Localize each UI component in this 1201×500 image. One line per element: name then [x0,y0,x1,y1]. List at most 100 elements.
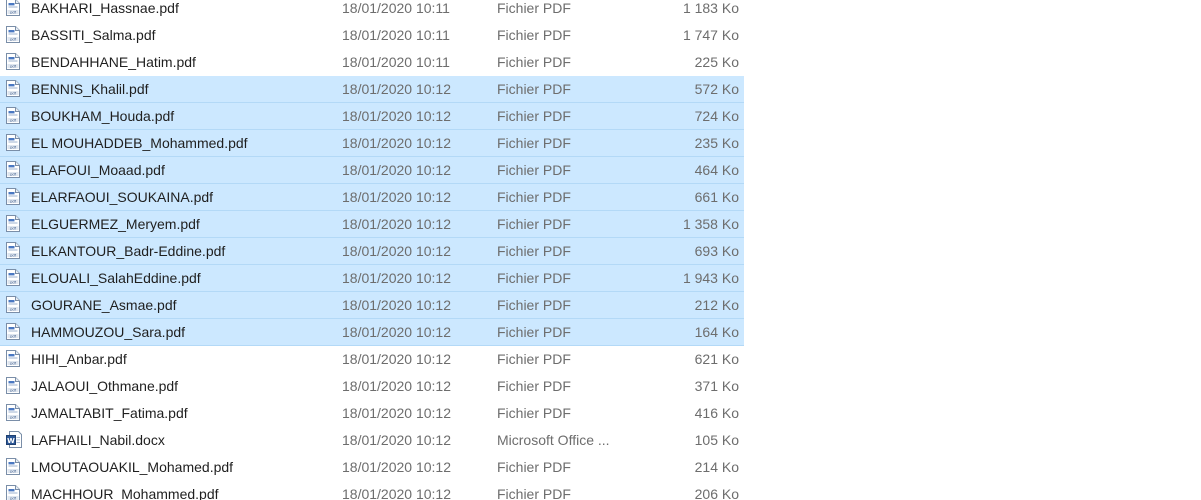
file-size: 724 Ko [694,108,739,124]
file-date-modified: 18/01/2020 10:12 [342,405,451,421]
file-row[interactable]: pdf JAMALTABIT_Fatima.pdf 18/01/2020 10:… [0,400,744,427]
file-row[interactable]: pdf MACHHOUR_Mohammed.pdf 18/01/2020 10:… [0,481,744,500]
file-name: ELOUALI_SalahEddine.pdf [31,270,201,286]
file-row[interactable]: pdf BOUKHAM_Houda.pdf 18/01/2020 10:12 F… [0,103,744,130]
pdf-file-icon: pdf [6,80,20,97]
file-row[interactable]: pdf BAKHARI_Hassnae.pdf 18/01/2020 10:11… [0,0,744,22]
file-size: 464 Ko [694,162,739,178]
file-type: Fichier PDF [497,351,571,367]
file-size: 1 943 Ko [682,270,739,286]
file-date-modified: 18/01/2020 10:12 [342,378,451,394]
file-size: 572 Ko [694,81,739,97]
svg-text:pdf: pdf [10,362,17,366]
file-name: BAKHARI_Hassnae.pdf [31,0,179,16]
file-name: MACHHOUR_Mohammed.pdf [31,486,219,500]
svg-text:pdf: pdf [10,335,17,339]
file-date-modified: 18/01/2020 10:12 [342,216,451,232]
svg-text:pdf: pdf [10,470,17,474]
file-name: BENNIS_Khalil.pdf [31,81,149,97]
file-row[interactable]: pdf ELKANTOUR_Badr-Eddine.pdf 18/01/2020… [0,238,744,265]
svg-text:pdf: pdf [10,11,17,15]
file-row[interactable]: pdf HIHI_Anbar.pdf 18/01/2020 10:12 Fich… [0,346,744,373]
pdf-file-icon: pdf [6,458,20,475]
pdf-file-icon: pdf [6,161,20,178]
pdf-file-icon: pdf [6,323,20,340]
file-name: BASSITI_Salma.pdf [31,27,156,43]
file-date-modified: 18/01/2020 10:12 [342,81,451,97]
svg-text:pdf: pdf [10,308,17,312]
file-type: Fichier PDF [497,108,571,124]
file-type: Fichier PDF [497,324,571,340]
file-size: 416 Ko [694,405,739,421]
file-size: 206 Ko [694,486,739,500]
file-date-modified: 18/01/2020 10:12 [342,108,451,124]
file-date-modified: 18/01/2020 10:12 [342,189,451,205]
pdf-file-icon: pdf [6,134,20,151]
file-row[interactable]: pdf ELGUERMEZ_Meryem.pdf 18/01/2020 10:1… [0,211,744,238]
file-date-modified: 18/01/2020 10:12 [342,324,451,340]
file-size: 225 Ko [694,54,739,70]
file-row[interactable]: W LAFHAILI_Nabil.docx 18/01/2020 10:12 M… [0,427,744,454]
svg-text:pdf: pdf [10,416,17,420]
pdf-file-icon: pdf [6,269,20,286]
file-type: Fichier PDF [497,216,571,232]
file-type: Fichier PDF [497,0,571,16]
file-type: Fichier PDF [497,270,571,286]
svg-text:W: W [7,437,15,445]
file-row[interactable]: pdf ELARFAOUI_SOUKAINA.pdf 18/01/2020 10… [0,184,744,211]
svg-text:pdf: pdf [10,38,17,42]
file-type: Fichier PDF [497,243,571,259]
file-type: Fichier PDF [497,486,571,500]
file-row[interactable]: pdf ELOUALI_SalahEddine.pdf 18/01/2020 1… [0,265,744,292]
pdf-file-icon: pdf [6,242,20,259]
file-name: GOURANE_Asmae.pdf [31,297,177,313]
file-list[interactable]: pdf BAKHARI_Hassnae.pdf 18/01/2020 10:11… [0,0,1201,500]
file-date-modified: 18/01/2020 10:12 [342,351,451,367]
svg-text:pdf: pdf [10,65,17,69]
file-row[interactable]: pdf GOURANE_Asmae.pdf 18/01/2020 10:12 F… [0,292,744,319]
file-name: ELARFAOUI_SOUKAINA.pdf [31,189,214,205]
file-name: ELAFOUI_Moaad.pdf [31,162,165,178]
file-name: ELKANTOUR_Badr-Eddine.pdf [31,243,226,259]
file-type: Fichier PDF [497,81,571,97]
file-row[interactable]: pdf ELAFOUI_Moaad.pdf 18/01/2020 10:12 F… [0,157,744,184]
file-type: Fichier PDF [497,405,571,421]
pdf-file-icon: pdf [6,485,20,500]
file-date-modified: 18/01/2020 10:12 [342,162,451,178]
pdf-file-icon: pdf [6,26,20,43]
file-size: 693 Ko [694,243,739,259]
file-date-modified: 18/01/2020 10:11 [342,27,450,43]
svg-text:pdf: pdf [10,281,17,285]
svg-text:pdf: pdf [10,254,17,258]
file-row[interactable]: pdf BASSITI_Salma.pdf 18/01/2020 10:11 F… [0,22,744,49]
file-size: 214 Ko [694,459,739,475]
file-row[interactable]: pdf BENDAHHANE_Hatim.pdf 18/01/2020 10:1… [0,49,744,76]
svg-text:pdf: pdf [10,227,17,231]
file-name: ELGUERMEZ_Meryem.pdf [31,216,200,232]
file-type: Fichier PDF [497,378,571,394]
file-date-modified: 18/01/2020 10:12 [342,432,451,448]
file-size: 212 Ko [694,297,739,313]
file-row[interactable]: pdf JALAOUI_Othmane.pdf 18/01/2020 10:12… [0,373,744,400]
file-name: EL MOUHADDEB_Mohammed.pdf [31,135,248,151]
svg-text:pdf: pdf [10,92,17,96]
file-type: Fichier PDF [497,189,571,205]
file-size: 661 Ko [694,189,739,205]
file-row[interactable]: pdf BENNIS_Khalil.pdf 18/01/2020 10:12 F… [0,76,744,103]
pdf-file-icon: pdf [6,215,20,232]
file-name: BOUKHAM_Houda.pdf [31,108,175,124]
file-type: Fichier PDF [497,459,571,475]
file-row[interactable]: pdf EL MOUHADDEB_Mohammed.pdf 18/01/2020… [0,130,744,157]
word-document-icon: W [6,431,22,448]
pdf-file-icon: pdf [6,0,20,16]
pdf-file-icon: pdf [6,296,20,313]
file-name: BENDAHHANE_Hatim.pdf [31,54,196,70]
file-row[interactable]: pdf LMOUTAOUAKIL_Mohamed.pdf 18/01/2020 … [0,454,744,481]
file-size: 164 Ko [694,324,739,340]
file-row[interactable]: pdf HAMMOUZOU_Sara.pdf 18/01/2020 10:12 … [0,319,744,346]
file-type: Fichier PDF [497,27,571,43]
file-name: JALAOUI_Othmane.pdf [31,378,179,394]
svg-text:pdf: pdf [10,200,17,204]
pdf-file-icon: pdf [6,188,20,205]
file-size: 371 Ko [694,378,739,394]
